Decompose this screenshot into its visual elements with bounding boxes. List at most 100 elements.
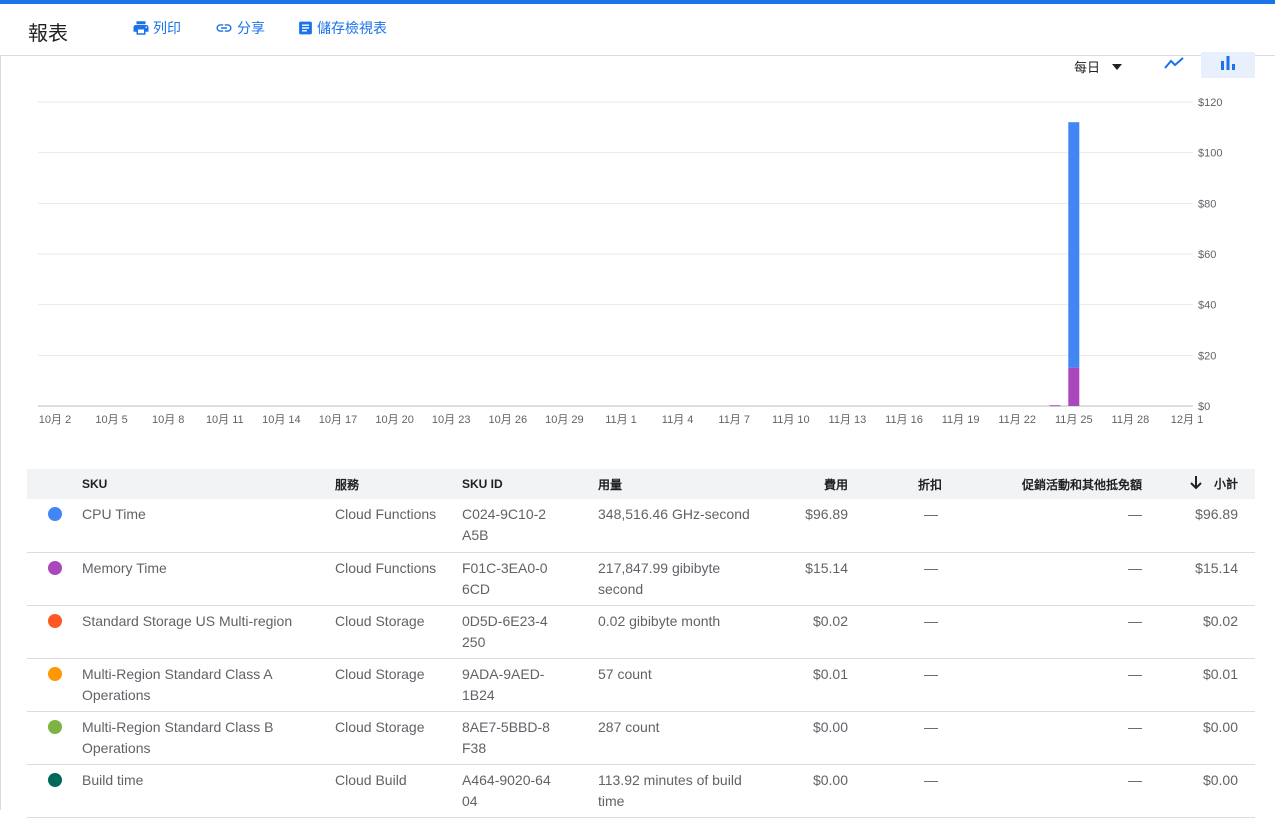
header-usage[interactable]: 用量 [598, 469, 772, 499]
x-tick-label: 10月 29 [545, 414, 584, 426]
bar-chart-toggle[interactable] [1201, 52, 1255, 78]
row-cost: $0.02 [772, 605, 848, 658]
header-sku-id[interactable]: SKU ID [462, 469, 598, 499]
table-row[interactable]: Multi-Region Standard Class B Operations… [27, 711, 1255, 764]
table-row[interactable]: Memory Time Cloud Functions F01C-3EA0-06CD… [27, 552, 1255, 605]
promo-text: — [1128, 559, 1142, 576]
usage-text: 57 count [598, 665, 652, 682]
sku-text: Memory Time [82, 559, 167, 576]
header-service[interactable]: 服務 [335, 469, 462, 499]
row-color-cell [27, 552, 82, 605]
print-button[interactable]: 列印 [132, 18, 181, 38]
table-row[interactable]: Multi-Region Standard Class A Operations… [27, 658, 1255, 711]
row-sku-id: 9ADA-9AED-1B24 [462, 658, 598, 711]
row-sku-id: 0D5D-6E23-4250 [462, 605, 598, 658]
page-header: 報表 列印 分享 儲存檢視表 [0, 4, 1275, 56]
x-tick-label: 11月 28 [1112, 414, 1150, 426]
row-sku-id: 8AE7-5BBD-8F38 [462, 711, 598, 764]
x-tick-label: 11月 25 [1055, 414, 1093, 426]
chevron-down-icon [1112, 63, 1123, 70]
bar-cpu-time [1068, 122, 1080, 368]
range-dropdown[interactable]: 每日 [1074, 57, 1123, 76]
save-view-label: 儲存檢視表 [317, 20, 387, 36]
save-view-button[interactable]: 儲存檢視表 [297, 18, 387, 38]
line-chart-toggle[interactable] [1147, 52, 1201, 78]
sku-text: Multi-Region Standard Class A Operations [82, 665, 272, 703]
discount-text: — [924, 559, 938, 576]
subtotal-text: $15.14 [1195, 559, 1238, 576]
subtotal-text: $0.02 [1202, 612, 1238, 629]
cost-table: SKU 服務 SKU ID 用量 費用 折扣 促銷活動和其他抵免額 小計 CPU… [27, 469, 1255, 818]
row-sku: Multi-Region Standard Class A Operations [82, 658, 335, 711]
print-icon [132, 19, 150, 37]
header-subtotal[interactable]: 小計 [1142, 469, 1255, 499]
service-text: Cloud Storage [335, 612, 425, 629]
series-color-dot [48, 719, 62, 734]
y-tick-label: $80 [1198, 198, 1216, 210]
row-color-cell [27, 605, 82, 658]
service-text: Cloud Functions [335, 559, 437, 576]
x-tick-label: 11月 7 [718, 414, 750, 426]
row-discount: — [848, 764, 942, 817]
y-tick-label: $40 [1198, 300, 1216, 312]
row-usage: 113.92 minutes of build time [598, 764, 772, 817]
row-promo: — [942, 711, 1142, 764]
x-tick-label: 10月 2 [39, 414, 71, 426]
sku-text: Standard Storage US Multi-region [82, 612, 293, 629]
table-row[interactable]: Standard Storage US Multi-region Cloud St… [27, 605, 1255, 658]
usage-text: 0.02 gibibyte month [598, 612, 721, 629]
x-tick-label: 10月 11 [206, 414, 244, 426]
table-row[interactable]: Build time Cloud Build A464-9020-6404 113.9… [27, 764, 1255, 817]
row-sku: CPU Time [82, 499, 335, 552]
cost-text: $15.14 [805, 559, 848, 576]
row-sku-id: C024-9C10-2A5B [462, 499, 598, 552]
x-tick-label: 10月 5 [95, 414, 127, 426]
usage-text: 348,516.46 GHz-second [598, 506, 750, 522]
row-sku-id: A464-9020-6404 [462, 764, 598, 817]
arrow-down-icon [1190, 476, 1202, 493]
x-tick-label: 11月 19 [942, 414, 980, 426]
row-service: Cloud Functions [335, 552, 462, 605]
row-color-cell [27, 499, 82, 552]
share-button[interactable]: 分享 [214, 18, 265, 38]
document-icon [297, 19, 314, 37]
row-service: Cloud Functions [335, 499, 462, 552]
sku-id-text: C024-9C10-2A5B [462, 506, 547, 543]
series-color-dot [48, 560, 62, 575]
sku-text: CPU Time [82, 506, 146, 522]
subtotal-text: $96.89 [1195, 506, 1238, 522]
sku-id-text: A464-9020-6404 [462, 771, 551, 809]
cost-text: $0.00 [812, 771, 848, 788]
x-tick-label: 10月 17 [319, 414, 358, 426]
row-promo: — [942, 658, 1142, 711]
sku-id-text: 0D5D-6E23-4250 [462, 612, 548, 650]
row-discount: — [848, 499, 942, 552]
row-subtotal: $15.14 [1142, 552, 1255, 605]
service-text: Cloud Storage [335, 718, 425, 735]
table-row[interactable]: CPU Time Cloud Functions C024-9C10-2A5B 348… [27, 499, 1255, 552]
series-color-dot [48, 666, 62, 681]
row-usage: 0.02 gibibyte month [598, 605, 772, 658]
page-title: 報表 [28, 23, 68, 45]
cost-text: $96.89 [805, 506, 848, 522]
header-discount[interactable]: 折扣 [848, 469, 942, 499]
sku-id-text: F01C-3EA0-06CD [462, 559, 548, 597]
row-discount: — [848, 658, 942, 711]
x-tick-label: 11月 10 [772, 414, 810, 426]
header-promo[interactable]: 促銷活動和其他抵免額 [942, 469, 1142, 499]
row-promo: — [942, 764, 1142, 817]
row-discount: — [848, 605, 942, 658]
promo-text: — [1128, 612, 1142, 629]
series-color-dot [48, 772, 62, 787]
x-tick-label: 10月 20 [375, 414, 414, 426]
discount-text: — [924, 612, 938, 629]
row-subtotal: $0.00 [1142, 711, 1255, 764]
y-tick-label: $120 [1198, 97, 1222, 109]
row-color-cell [27, 711, 82, 764]
header-cost[interactable]: 費用 [772, 469, 848, 499]
header-sku[interactable]: SKU [82, 469, 335, 499]
x-tick-label: 12月 1 [1171, 414, 1203, 426]
row-cost: $0.01 [772, 658, 848, 711]
service-text: Cloud Functions [335, 506, 437, 522]
show-chart-icon [1164, 56, 1184, 75]
